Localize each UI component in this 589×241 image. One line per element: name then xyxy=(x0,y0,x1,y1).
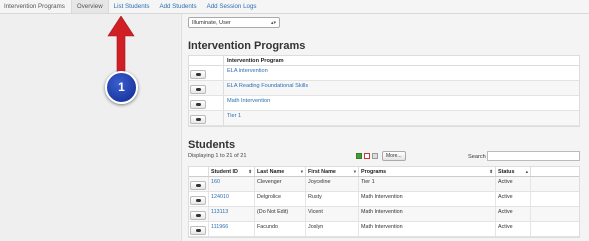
column-header-programs[interactable]: Programs ⬍ xyxy=(359,167,496,176)
sort-icon: ⬍ xyxy=(248,169,252,174)
sort-icon: ▾ xyxy=(353,169,356,174)
programs-table-header: Intervention Program xyxy=(189,56,579,66)
status-cell: Active xyxy=(496,177,531,191)
last-name-cell: (Do Not Edit) xyxy=(255,207,306,221)
program-row: ELA Reading Foundational Skills xyxy=(189,81,579,96)
status-cell: Active xyxy=(496,222,531,236)
first-name-cell: Vicent xyxy=(306,207,359,221)
students-table: Student ID ⬍ Last Name ▾ First Name ▾ Progr… xyxy=(188,166,580,238)
column-header-actions xyxy=(189,167,209,176)
chat-icon[interactable] xyxy=(190,181,206,190)
student-id-link[interactable]: 160 xyxy=(209,177,255,191)
last-name-cell: Delgrolice xyxy=(255,192,306,206)
student-id-link[interactable]: 124010 xyxy=(209,192,255,206)
record-count: Displaying 1 to 21 of 21 xyxy=(188,153,247,159)
program-link[interactable]: ELA intervention xyxy=(224,66,271,80)
pdf-icon[interactable] xyxy=(364,153,370,159)
red-arrow-annotation xyxy=(107,16,135,74)
step-callout-badge: 1 xyxy=(105,71,138,104)
column-header-first-name[interactable]: First Name ▾ xyxy=(306,167,359,176)
chat-icon[interactable] xyxy=(190,85,206,94)
left-pane xyxy=(0,14,180,241)
student-id-link[interactable]: 111966 xyxy=(209,222,255,236)
chat-icon[interactable] xyxy=(190,115,206,124)
column-header-status[interactable]: Status ▴ xyxy=(496,167,531,176)
programs-cell: Math Intervention xyxy=(359,222,496,236)
last-name-cell: Facundo xyxy=(255,222,306,236)
students-table-header: Student ID ⬍ Last Name ▾ First Name ▾ Progr… xyxy=(189,167,579,177)
more-button[interactable]: More... xyxy=(382,151,406,161)
user-select-value: Illuminate, User xyxy=(192,20,231,26)
brand-title: Intervention Programs xyxy=(4,3,65,10)
tab-add-students[interactable]: Add Students xyxy=(154,0,201,13)
table-row: 113113 (Do Not Edit) Vicent Math Interve… xyxy=(189,207,579,222)
programs-cell: Math Intervention xyxy=(359,192,496,206)
first-name-cell: Rusty xyxy=(306,192,359,206)
table-row: 111966 Facundo Joslyn Math Intervention … xyxy=(189,222,579,237)
program-row: Tier 1 xyxy=(189,111,579,126)
search-input[interactable] xyxy=(487,151,580,161)
program-column-header: Intervention Program xyxy=(227,58,284,64)
search-label: Search xyxy=(468,154,486,160)
student-id-link[interactable]: 113113 xyxy=(209,207,255,221)
last-name-cell: Clevenger xyxy=(255,177,306,191)
programs-table: Intervention Program ELA intervention EL… xyxy=(188,55,580,127)
status-cell: Active xyxy=(496,192,531,206)
chat-icon[interactable] xyxy=(190,100,206,109)
table-row: 160 Clevenger Joyceline Tier 1 Active xyxy=(189,177,579,192)
excel-icon[interactable] xyxy=(356,153,362,159)
students-heading: Students xyxy=(188,139,236,151)
tab-overview[interactable]: Overview xyxy=(70,0,109,13)
chat-icon[interactable] xyxy=(190,196,206,205)
sort-icon: ▴ xyxy=(525,169,528,174)
user-select[interactable]: Illuminate, User ▴▾ xyxy=(188,17,280,28)
first-name-cell: Joslyn xyxy=(306,222,359,236)
select-caret-icon: ▴▾ xyxy=(270,20,276,26)
tab-list-students[interactable]: List Students xyxy=(109,0,155,13)
tab-add-session-logs[interactable]: Add Session Logs xyxy=(202,0,262,13)
table-row: 124010 Delgrolice Rusty Math Interventio… xyxy=(189,192,579,207)
program-link[interactable]: Tier 1 xyxy=(224,111,244,125)
chat-icon[interactable] xyxy=(190,211,206,220)
sort-icon: ▾ xyxy=(300,169,303,174)
status-cell: Active xyxy=(496,207,531,221)
print-icon[interactable] xyxy=(372,153,378,159)
chat-icon[interactable] xyxy=(190,226,206,235)
programs-cell: Tier 1 xyxy=(359,177,496,191)
program-row: ELA intervention xyxy=(189,66,579,81)
column-header-last-name[interactable]: Last Name ▾ xyxy=(255,167,306,176)
program-link[interactable]: ELA Reading Foundational Skills xyxy=(224,81,311,95)
programs-cell: Math Intervention xyxy=(359,207,496,221)
export-tools: More... xyxy=(356,151,406,161)
chat-icon[interactable] xyxy=(190,70,206,79)
program-row: Math Intervention xyxy=(189,96,579,111)
sort-icon: ⬍ xyxy=(489,169,493,174)
top-navigation: Intervention Programs Overview List Stud… xyxy=(0,0,589,14)
programs-heading: Intervention Programs xyxy=(188,40,306,52)
program-link[interactable]: Math Intervention xyxy=(224,96,273,110)
column-header-student-id[interactable]: Student ID ⬍ xyxy=(209,167,255,176)
first-name-cell: Joyceline xyxy=(306,177,359,191)
